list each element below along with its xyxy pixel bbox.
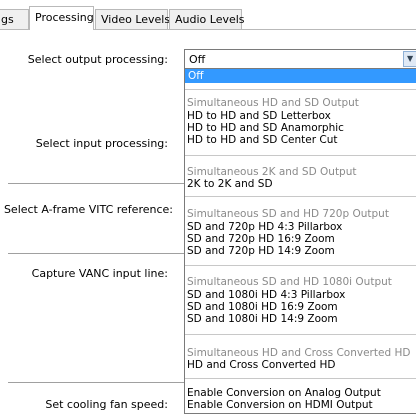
dropdown-separator: [185, 265, 416, 266]
dropdown-separator: [185, 89, 416, 90]
chevron-down-icon: ▼: [407, 54, 414, 63]
output-processing-label: Select output processing:: [27, 53, 168, 66]
select-value: Off: [189, 53, 206, 66]
output-processing-select[interactable]: Off ▼: [184, 49, 416, 69]
dropdown-option[interactable]: SD and 720p HD 14:9 Zoom: [187, 245, 335, 257]
dropdown-option[interactable]: HD and Cross Converted HD: [187, 359, 336, 371]
dropdown-option[interactable]: 2K to 2K and SD: [187, 178, 273, 190]
section-divider: [8, 253, 184, 254]
group-header: Simultaneous SD and HD 1080i Output: [187, 276, 392, 288]
dropdown-toggle-button[interactable]: ▼: [403, 51, 416, 67]
dropdown-option[interactable]: Enable Conversion on HDMI Output: [187, 399, 373, 411]
dropdown-option[interactable]: SD and 1080i HD 14:9 Zoom: [187, 313, 338, 325]
tab-label: Video Levels: [101, 13, 171, 26]
tab-strip: gs Processing Video Levels Audio Levels: [0, 0, 416, 30]
dropdown-option[interactable]: HD to HD and SD Letterbox: [187, 110, 331, 122]
dropdown-option[interactable]: SD and 1080i HD 16:9 Zoom: [187, 301, 338, 313]
aframe-vitc-label: Select A-frame VITC reference:: [3, 203, 173, 216]
dropdown-separator: [185, 334, 416, 335]
section-divider: [8, 183, 184, 184]
dropdown-option[interactable]: SD and 720p HD 16:9 Zoom: [187, 233, 335, 245]
input-processing-label: Select input processing:: [35, 137, 168, 150]
tab-label: gs: [1, 13, 14, 26]
dropdown-separator: [185, 196, 416, 197]
cooling-fan-label: Set cooling fan speed:: [45, 398, 168, 411]
tab-settings-partial[interactable]: gs: [0, 9, 29, 29]
group-header: Simultaneous 2K and SD Output: [187, 166, 357, 178]
group-header: Simultaneous HD and SD Output: [187, 97, 359, 109]
tab-audio-levels[interactable]: Audio Levels: [169, 9, 245, 29]
dropdown-option[interactable]: SD and 720p HD 4:3 Pillarbox: [187, 221, 342, 233]
section-divider: [8, 382, 184, 383]
tab-label: Processing: [35, 11, 94, 24]
tab-label: Audio Levels: [175, 13, 245, 26]
dropdown-separator: [185, 155, 416, 156]
tab-video-levels[interactable]: Video Levels: [95, 9, 171, 29]
dropdown-option-selected[interactable]: Off: [185, 69, 416, 83]
group-header: Simultaneous HD and Cross Converted HD: [187, 347, 411, 359]
output-processing-dropdown: Off Simultaneous HD and SD Output HD to …: [184, 68, 416, 414]
dropdown-separator: [185, 378, 416, 379]
group-header: Simultaneous SD and HD 720p Output: [187, 208, 389, 220]
tab-processing[interactable]: Processing: [29, 6, 94, 30]
dropdown-option[interactable]: Enable Conversion on Analog Output: [187, 387, 381, 399]
capture-vanc-label: Capture VANC input line:: [31, 267, 168, 280]
dropdown-option[interactable]: HD to HD and SD Center Cut: [187, 134, 337, 146]
dropdown-option[interactable]: HD to HD and SD Anamorphic: [187, 122, 344, 134]
dropdown-option[interactable]: SD and 1080i HD 4:3 Pillarbox: [187, 289, 345, 301]
